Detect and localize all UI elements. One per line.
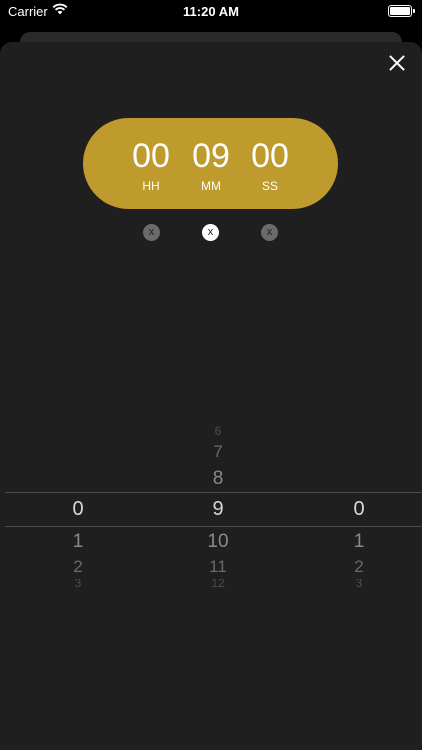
clear-minutes-button[interactable]: x: [202, 224, 219, 241]
hours-label: HH: [142, 179, 160, 193]
picker-row[interactable]: 2: [48, 557, 108, 577]
hours-display: 00 HH: [121, 136, 181, 194]
picker-row[interactable]: 11: [188, 557, 248, 577]
seconds-display: 00 SS: [240, 136, 300, 194]
clear-seconds-button[interactable]: x: [261, 224, 278, 241]
picker-row[interactable]: 3: [329, 579, 389, 587]
clear-hours-button[interactable]: x: [143, 224, 160, 241]
picker-row-selected[interactable]: 9: [188, 498, 248, 521]
status-bar: Carrier 11:20 AM: [0, 0, 422, 24]
minutes-display: 09 MM: [181, 136, 241, 194]
battery-icon: [388, 5, 415, 17]
picker-row[interactable]: 12: [188, 579, 248, 587]
picker-row[interactable]: 6: [188, 426, 248, 436]
status-time: 11:20 AM: [183, 4, 239, 19]
seconds-label: SS: [261, 179, 278, 193]
minutes-value: 09: [192, 137, 230, 175]
picker-row[interactable]: 7: [188, 442, 248, 462]
picker-row[interactable]: 2: [329, 557, 389, 577]
minutes-label: MM: [201, 179, 221, 193]
picker-row-selected[interactable]: 0: [48, 498, 108, 521]
close-icon[interactable]: [388, 54, 406, 72]
picker-row[interactable]: 10: [188, 531, 248, 553]
picker-row[interactable]: 8: [188, 468, 248, 490]
timer-display: 00 HH 09 MM 00 SS: [83, 118, 338, 209]
timer-sheet: 00 HH 09 MM 00 SS x x x 0 1 2 3 6 7 8 9 …: [0, 42, 422, 750]
picker-row[interactable]: 1: [329, 531, 389, 553]
seconds-value: 00: [251, 137, 289, 175]
picker-row-selected[interactable]: 0: [329, 498, 389, 521]
hours-value: 00: [132, 137, 170, 175]
picker-row[interactable]: 3: [48, 579, 108, 587]
picker-row[interactable]: 1: [48, 531, 108, 553]
